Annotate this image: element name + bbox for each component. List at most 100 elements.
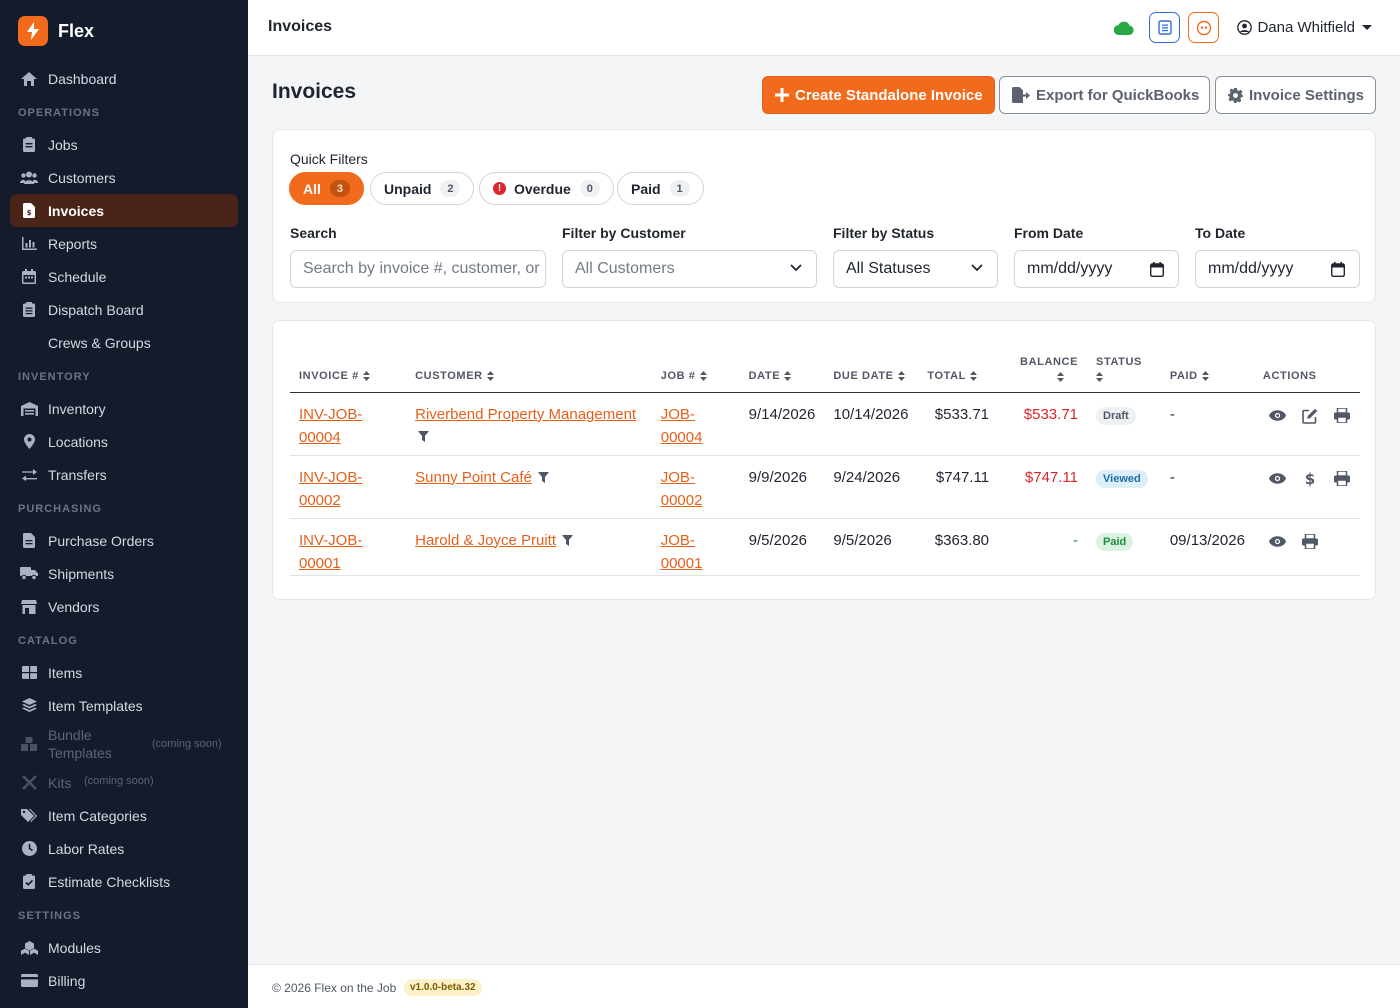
from-date-value: mm/dd/yyyy bbox=[1027, 260, 1113, 277]
sidebar-item-item-templates[interactable]: Item Templates bbox=[10, 689, 238, 722]
col-header-paid[interactable]: PAID bbox=[1160, 346, 1254, 393]
customer-link[interactable]: Sunny Point Café bbox=[415, 469, 532, 486]
invoice-link[interactable]: INV-JOB-00001 bbox=[299, 532, 362, 572]
sidebar-item-modules[interactable]: Modules bbox=[10, 931, 238, 964]
sidebar-item-schedule[interactable]: Schedule bbox=[10, 260, 238, 293]
col-header-status[interactable]: STATUS bbox=[1087, 346, 1161, 393]
col-header-job[interactable]: JOB # bbox=[651, 346, 740, 393]
col-header-customer[interactable]: CUSTOMER bbox=[406, 346, 652, 393]
eye-icon[interactable] bbox=[1269, 407, 1287, 425]
svg-text:$: $ bbox=[1305, 471, 1315, 487]
customer-link[interactable]: Harold & Joyce Pruitt bbox=[415, 532, 556, 549]
section-catalog: CATALOG bbox=[18, 635, 78, 647]
col-header-balance[interactable]: BALANCE bbox=[998, 346, 1088, 393]
customer-link[interactable]: Riverbend Property Management bbox=[415, 406, 636, 423]
col-header-date[interactable]: DATE bbox=[739, 346, 825, 393]
footer: © 2026 Flex on the Job v1.0.0-beta.32 bbox=[248, 964, 1400, 1008]
sidebar-item-estimate-checklists[interactable]: Estimate Checklists bbox=[10, 865, 238, 898]
print-icon[interactable] bbox=[1301, 533, 1319, 551]
sidebar-item-jobs[interactable]: Jobs bbox=[10, 128, 238, 161]
to-date-input[interactable]: mm/dd/yyyy bbox=[1195, 250, 1360, 288]
col-header-due-date[interactable]: DUE DATE bbox=[824, 346, 919, 393]
filter-icon[interactable] bbox=[418, 430, 430, 442]
invoice-cell: INV-JOB- 00002 bbox=[290, 455, 407, 519]
pill-label: Paid bbox=[631, 180, 661, 197]
notes-button[interactable] bbox=[1149, 12, 1181, 43]
actions-cell: $ bbox=[1253, 455, 1360, 519]
feedback-button[interactable] bbox=[1188, 12, 1220, 43]
invoice-link[interactable]: INV-JOB- 00004 bbox=[299, 406, 362, 446]
filter-pill-all[interactable]: All 3 bbox=[289, 172, 364, 205]
eye-icon[interactable] bbox=[1269, 533, 1287, 551]
calendar-icon[interactable] bbox=[1150, 262, 1164, 277]
sidebar-item-transfers[interactable]: Transfers bbox=[10, 458, 238, 491]
print-icon[interactable] bbox=[1333, 407, 1351, 425]
sidebar-item-locations[interactable]: Locations bbox=[10, 425, 238, 458]
sidebar-item-label: Locations bbox=[48, 433, 108, 450]
sidebar-item-labor-rates[interactable]: Labor Rates bbox=[10, 832, 238, 865]
sidebar-item-crews-groups[interactable]: Crews & Groups bbox=[10, 326, 238, 359]
col-header-invoice[interactable]: INVOICE # bbox=[290, 346, 407, 393]
invoices-table: INVOICE # CUSTOMER JOB # DATE DUE DATE T… bbox=[290, 346, 1360, 576]
filter-pill-unpaid[interactable]: Unpaid 2 bbox=[370, 172, 475, 205]
job-link[interactable]: JOB- 00002 bbox=[661, 469, 703, 509]
customer-cell: Harold & Joyce Pruitt bbox=[406, 518, 652, 576]
filter-icon[interactable] bbox=[537, 472, 549, 484]
sidebar-item-shipments[interactable]: Shipments bbox=[10, 557, 238, 590]
sidebar-item-invoices[interactable]: $ Invoices bbox=[10, 194, 238, 227]
job-link[interactable]: JOB-00001 bbox=[661, 532, 703, 572]
sidebar-item-customers[interactable]: Customers bbox=[10, 161, 238, 194]
sidebar-item-vendors[interactable]: Vendors bbox=[10, 590, 238, 623]
paid-cell: - bbox=[1160, 392, 1254, 456]
invoice-settings-button[interactable]: Invoice Settings bbox=[1215, 76, 1376, 114]
sidebar-item-reports[interactable]: Reports bbox=[10, 227, 238, 260]
sidebar-item-billing[interactable]: Billing bbox=[10, 964, 238, 997]
sidebar-item-item-categories[interactable]: Item Categories bbox=[10, 799, 238, 832]
sidebar-item-label: Customers bbox=[48, 169, 116, 186]
sidebar-item-items[interactable]: Items bbox=[10, 656, 238, 689]
edit-icon[interactable] bbox=[1301, 407, 1319, 425]
export-quickbooks-button[interactable]: Export for QuickBooks bbox=[999, 76, 1210, 114]
sidebar-item-label: Dashboard bbox=[48, 70, 117, 87]
paid-cell: - bbox=[1160, 455, 1254, 519]
col-header-total[interactable]: TOTAL bbox=[918, 346, 999, 393]
dollar-icon[interactable]: $ bbox=[1301, 470, 1319, 488]
sidebar-item-inventory[interactable]: Inventory bbox=[10, 392, 238, 425]
user-menu[interactable]: Dana Whitfield bbox=[1237, 19, 1372, 36]
invoices-table-card: INVOICE # CUSTOMER JOB # DATE DUE DATE T… bbox=[272, 320, 1376, 600]
crews-icon bbox=[20, 334, 38, 352]
from-date-input[interactable]: mm/dd/yyyy bbox=[1014, 250, 1179, 288]
brand[interactable]: Flex bbox=[0, 0, 248, 62]
filter-icon[interactable] bbox=[562, 535, 574, 547]
customer-select[interactable]: All Customers bbox=[562, 250, 817, 288]
create-invoice-button[interactable]: Create Standalone Invoice bbox=[762, 76, 995, 114]
sort-icon bbox=[1096, 371, 1104, 382]
eye-icon[interactable] bbox=[1269, 470, 1287, 488]
section-inventory: INVENTORY bbox=[18, 371, 91, 383]
search-input[interactable]: Search by invoice #, customer, or bbox=[290, 250, 546, 288]
calendar-icon[interactable] bbox=[1331, 262, 1345, 277]
sidebar-item-label: Billing bbox=[48, 972, 86, 989]
print-icon[interactable] bbox=[1333, 470, 1351, 488]
sidebar-item-dashboard[interactable]: Dashboard bbox=[10, 62, 238, 95]
status-select-value: All Statuses bbox=[846, 260, 931, 277]
transfer-arrows-icon bbox=[20, 466, 38, 484]
pill-count: 1 bbox=[669, 180, 690, 197]
from-date-label: From Date bbox=[1014, 225, 1084, 241]
job-link[interactable]: JOB- 00004 bbox=[661, 406, 703, 446]
sidebar-item-dispatch-board[interactable]: Dispatch Board bbox=[10, 293, 238, 326]
status-select[interactable]: All Statuses bbox=[833, 250, 998, 288]
invoice-link[interactable]: INV-JOB- 00002 bbox=[299, 469, 362, 509]
coming-soon-label: (coming soon) bbox=[152, 738, 222, 750]
warehouse-icon bbox=[20, 400, 38, 418]
sidebar-item-purchase-orders[interactable]: Purchase Orders bbox=[10, 524, 238, 557]
chevron-down-icon bbox=[971, 264, 983, 272]
filter-pill-paid[interactable]: Paid 1 bbox=[617, 172, 704, 205]
cloud-sync-icon[interactable] bbox=[1113, 17, 1135, 39]
job-cell: JOB- 00002 bbox=[651, 455, 740, 519]
sidebar-item-label: Schedule bbox=[48, 268, 107, 285]
sidebar: Flex Dashboard OPERATIONS Jobs Customers… bbox=[0, 0, 248, 1008]
sidebar-item-label: Transfers bbox=[48, 466, 107, 483]
actions-cell bbox=[1253, 392, 1360, 456]
filter-pill-overdue[interactable]: ! Overdue 0 bbox=[479, 172, 614, 205]
